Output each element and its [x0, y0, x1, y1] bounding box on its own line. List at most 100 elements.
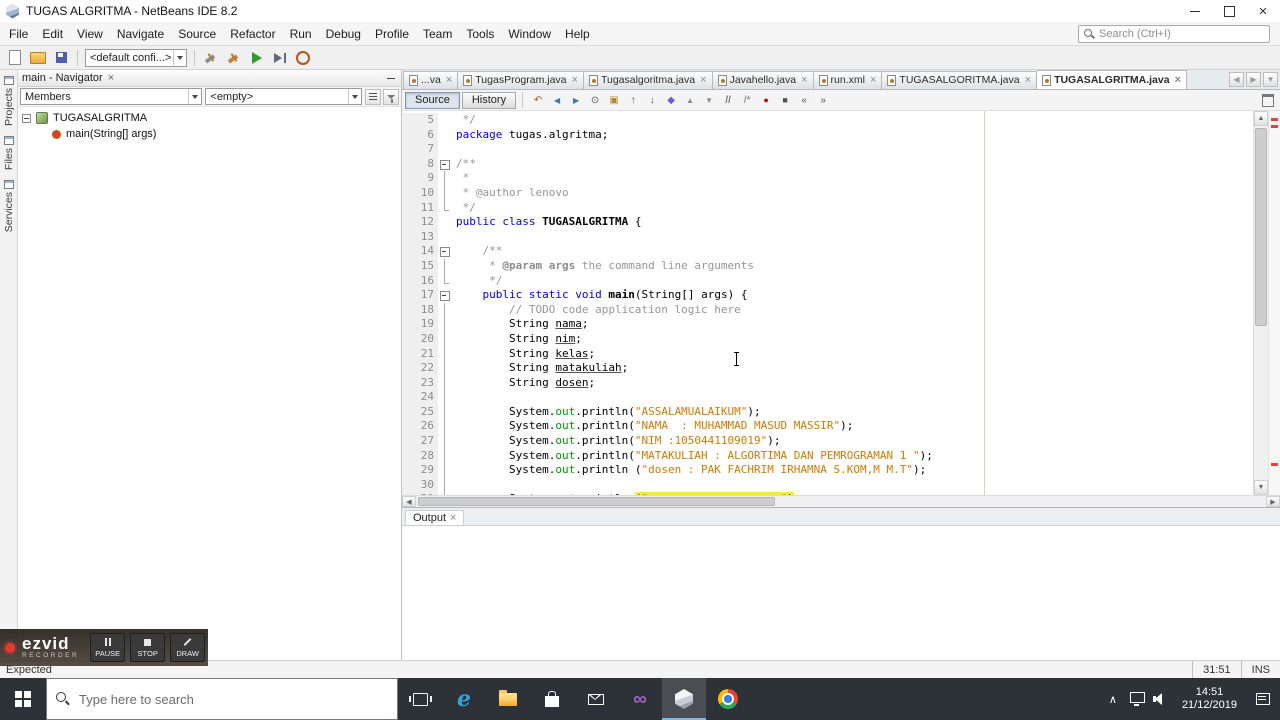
editor-tab-tugasprogram-java[interactable]: TugasProgram.java × — [458, 71, 584, 89]
action-center-button[interactable] — [1246, 678, 1280, 720]
filter-icon[interactable] — [383, 88, 399, 105]
collapse-handle-icon[interactable] — [22, 113, 31, 123]
dock-tab-services[interactable]: Services — [3, 180, 15, 232]
scrollbar-track[interactable] — [416, 496, 1266, 507]
close-panel-icon[interactable]: × — [108, 72, 114, 84]
build-project-icon[interactable] — [200, 48, 222, 68]
recorder-pause-button[interactable]: PAUSE — [90, 633, 126, 662]
tree-item[interactable]: main(String[] args) — [18, 126, 401, 142]
find-selection-icon[interactable] — [586, 92, 604, 108]
minimize-button[interactable] — [1178, 0, 1212, 22]
volume-icon[interactable] — [1151, 691, 1171, 707]
stop-macro-icon[interactable] — [776, 92, 794, 108]
menu-debug[interactable]: Debug — [319, 24, 368, 44]
navigator-view-select[interactable]: Members — [20, 88, 203, 105]
editor-tab-run-xml[interactable]: run.xml × — [813, 71, 883, 89]
run-project-icon[interactable] — [246, 48, 268, 68]
open-project-icon[interactable] — [27, 48, 49, 68]
close-tab-icon[interactable]: × — [801, 74, 807, 86]
code-line[interactable]: 11 */ — [402, 200, 1253, 216]
editor-horizontal-scrollbar[interactable]: ◀ ▶ — [402, 495, 1280, 507]
network-icon[interactable] — [1127, 691, 1147, 707]
taskbar-app-store[interactable] — [530, 678, 574, 720]
menu-edit[interactable]: Edit — [35, 24, 70, 44]
code-line[interactable]: 29 System.out.println ("dosen : PAK FACH… — [402, 463, 1253, 478]
next-occurrence-icon[interactable] — [700, 92, 718, 108]
menu-source[interactable]: Source — [171, 24, 223, 44]
recorder-draw-button[interactable]: DRAW — [170, 633, 206, 662]
editor-tab-tugasalgritma-java[interactable]: TUGASALGRITMA.java × — [1037, 70, 1188, 89]
forward-icon[interactable] — [567, 92, 585, 108]
code-line[interactable]: 30 — [402, 477, 1253, 493]
code-line[interactable]: 21 String kelas; — [402, 346, 1253, 362]
menu-run[interactable]: Run — [283, 24, 319, 44]
ide-search-box[interactable] — [1078, 24, 1270, 43]
toggle-split-icon[interactable] — [1259, 92, 1277, 108]
code-line[interactable]: 20 String nim; — [402, 331, 1253, 347]
code-line[interactable]: 10 * @author lenovo — [402, 185, 1253, 201]
code-line[interactable]: 12 public class TUGASALGRITMA { — [402, 215, 1253, 230]
save-all-icon[interactable] — [50, 48, 72, 68]
fold-collapse-icon[interactable] — [438, 156, 452, 172]
uncomment-icon[interactable] — [738, 92, 756, 108]
close-tab-icon[interactable]: × — [450, 512, 456, 524]
code-line[interactable]: 14 /** — [402, 244, 1253, 259]
output-tab[interactable]: Output × — [405, 510, 465, 525]
show-hidden-icons-icon[interactable] — [1103, 691, 1123, 707]
shift-right-icon[interactable] — [814, 92, 832, 108]
editor-tab-tugasalgoritma-java[interactable]: Tugasalgoritma.java × — [583, 71, 713, 89]
minimize-panel-icon[interactable] — [384, 72, 397, 84]
shift-left-icon[interactable] — [795, 92, 813, 108]
taskbar-app-mail[interactable] — [574, 678, 618, 720]
close-tab-icon[interactable]: × — [700, 74, 706, 86]
scroll-right-icon[interactable]: ▶ — [1266, 496, 1280, 507]
code-line[interactable]: 17 public static void main(String[] args… — [402, 288, 1253, 303]
menu-navigate[interactable]: Navigate — [110, 24, 171, 44]
code-line[interactable]: 26 System.out.println("NAMA : MUHAMMAD M… — [402, 419, 1253, 435]
run-configuration-select[interactable]: <default confi...> — [85, 48, 187, 67]
code-line[interactable]: 27 System.out.println("NIM :105044110901… — [402, 434, 1253, 449]
menu-tools[interactable]: Tools — [459, 24, 501, 44]
code-line[interactable]: 6 package tugas.algritma; — [402, 127, 1253, 143]
code-line[interactable]: 15 * @param args the command line argume… — [402, 258, 1253, 274]
scroll-left-icon[interactable]: ◀ — [402, 496, 416, 507]
taskbar-clock[interactable]: 14:51 21/12/2019 — [1173, 686, 1246, 712]
code-line[interactable]: 24 — [402, 390, 1253, 405]
menu-file[interactable]: File — [2, 24, 35, 44]
scroll-up-icon[interactable]: ▲ — [1254, 111, 1268, 126]
code-line[interactable]: 7 — [402, 142, 1253, 157]
menu-help[interactable]: Help — [558, 24, 597, 44]
code-line[interactable]: 23 String dosen; — [402, 375, 1253, 391]
start-button[interactable] — [0, 678, 46, 720]
maximize-button[interactable] — [1212, 0, 1246, 22]
toggle-bookmark-icon[interactable] — [662, 92, 680, 108]
code-line[interactable]: 25 System.out.println("ASSALAMUALAIKUM")… — [402, 404, 1253, 420]
navigator-header[interactable]: main - Navigator × — [18, 70, 401, 87]
close-tab-icon[interactable]: × — [1175, 74, 1181, 86]
navigator-scope-select[interactable]: <empty> — [205, 88, 362, 105]
scroll-tabs-left-button[interactable]: ◀ — [1229, 72, 1244, 87]
start-macro-icon[interactable] — [757, 92, 775, 108]
clean-build-icon[interactable] — [223, 48, 245, 68]
next-bookmark-icon[interactable] — [643, 92, 661, 108]
taskbar-app-file-explorer[interactable] — [486, 678, 530, 720]
code-line[interactable]: 5 */ — [402, 113, 1253, 128]
editor-tab-javahello-java[interactable]: Javahello.java × — [712, 71, 814, 89]
error-stripe-mark[interactable] — [1271, 125, 1278, 128]
back-icon[interactable] — [548, 92, 566, 108]
taskbar-app-netbeans[interactable] — [662, 678, 706, 720]
tree-item[interactable]: TUGASALGRITMA — [18, 110, 401, 126]
view-source-button[interactable]: Source — [405, 91, 460, 109]
previous-bookmark-icon[interactable] — [624, 92, 642, 108]
close-tab-icon[interactable]: × — [446, 74, 452, 86]
code-line[interactable]: 28 System.out.println("MATAKULIAH : ALGO… — [402, 448, 1253, 464]
fold-collapse-icon[interactable] — [438, 244, 452, 259]
view-history-button[interactable]: History — [461, 91, 517, 109]
error-stripe-mark[interactable] — [1271, 463, 1278, 466]
scroll-down-icon[interactable]: ▼ — [1254, 480, 1268, 495]
code-area[interactable]: 5 */6 package tugas.algritma; 7 8/** 9 * 10 *… — [402, 111, 1253, 495]
menu-refactor[interactable]: Refactor — [223, 24, 282, 44]
taskbar-app-visual-studio[interactable] — [618, 678, 662, 720]
new-file-icon[interactable] — [4, 48, 26, 68]
code-line[interactable]: 18 // TODO code application logic here — [402, 302, 1253, 318]
